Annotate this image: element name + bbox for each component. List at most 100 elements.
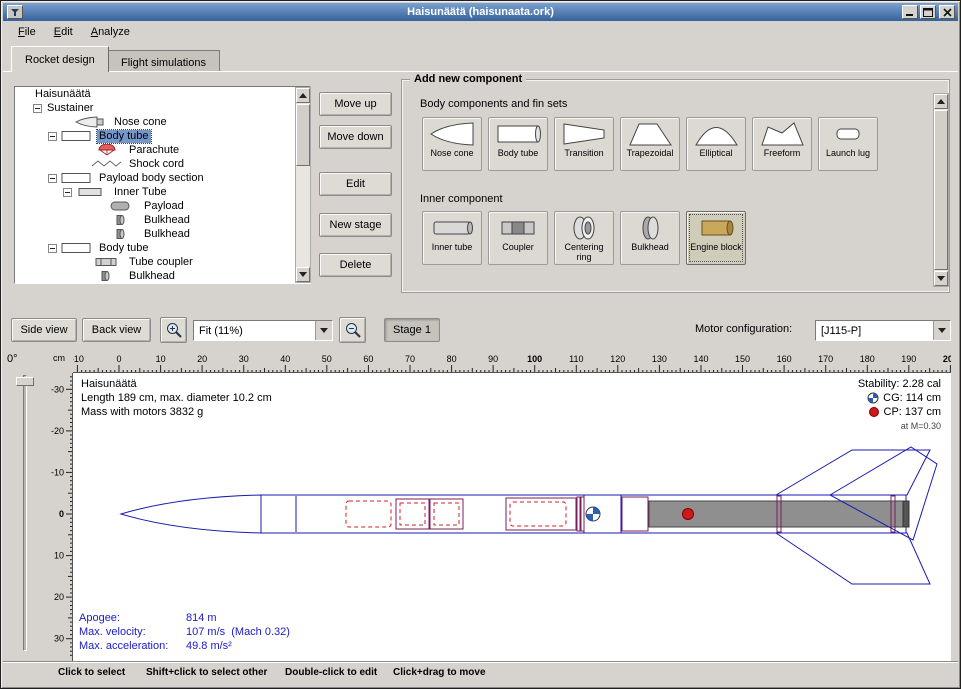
titlebar[interactable]: Haisunäätä (haisunaata.ork) <box>3 3 958 21</box>
chevron-down-icon[interactable] <box>315 321 332 340</box>
zoom-out-button[interactable] <box>339 317 366 343</box>
move-down-button[interactable]: Move down <box>319 125 392 149</box>
new-stage-button[interactable]: New stage <box>319 213 392 237</box>
zoom-in-button[interactable] <box>160 317 187 343</box>
svg-text:180: 180 <box>860 354 875 364</box>
fin-shape[interactable] <box>776 450 930 495</box>
add-bulkhead-button[interactable]: Bulkhead <box>620 211 680 265</box>
tree-item-sustainer[interactable]: Sustainer <box>15 101 310 115</box>
svg-text:20: 20 <box>197 354 207 364</box>
close-button[interactable] <box>939 5 955 19</box>
edit-button[interactable]: Edit <box>319 172 392 196</box>
nose-cone-icon <box>428 120 476 148</box>
collapse-icon[interactable] <box>48 244 57 253</box>
scrollbar-thumb[interactable] <box>934 110 948 270</box>
tree-item-inner-tube[interactable]: Inner Tube <box>15 185 310 199</box>
bulkhead-icon <box>626 214 674 242</box>
tube-coupler-shape[interactable] <box>622 497 648 531</box>
add-nose-cone-button[interactable]: Nose cone <box>422 117 482 171</box>
scrollbar-thumb[interactable] <box>296 104 310 166</box>
delete-button[interactable]: Delete <box>319 253 392 277</box>
tree-item-label: Payload body section <box>97 172 206 185</box>
rotation-slider-handle[interactable] <box>16 377 34 386</box>
group-label-inner: Inner component <box>420 193 503 205</box>
parachute-shape[interactable] <box>346 501 391 527</box>
tree-item-nose-cone[interactable]: Nose cone <box>15 115 310 129</box>
svg-text:-10: -10 <box>51 467 64 477</box>
add-trapezoidal-fin-button[interactable]: Trapezoidal <box>620 117 680 171</box>
tree-item-body-tube[interactable]: Body tube <box>15 129 310 143</box>
scroll-up-icon[interactable] <box>934 94 948 109</box>
payload-shape[interactable] <box>510 502 566 526</box>
svg-text:50: 50 <box>322 354 332 364</box>
tree-item-body-tube[interactable]: Body tube <box>15 241 310 255</box>
bulkhead-shape[interactable] <box>577 497 580 531</box>
apogee-label: Apogee: <box>79 611 186 625</box>
tree-item-payload-body-section[interactable]: Payload body section <box>15 171 310 185</box>
collapse-icon[interactable] <box>33 104 42 113</box>
hint-double-click: Double-click to edit <box>285 667 377 678</box>
launch-lug-icon <box>824 120 872 148</box>
tree-item-payload[interactable]: Payload <box>15 199 310 213</box>
add-inner-tube-button[interactable]: Inner tube <box>422 211 482 265</box>
back-view-button[interactable]: Back view <box>82 318 151 342</box>
side-view-button[interactable]: Side view <box>11 318 77 342</box>
collapse-icon[interactable] <box>48 132 57 141</box>
tree-item-bulkhead[interactable]: Bulkhead <box>15 269 310 283</box>
tab-rocket-design[interactable]: Rocket design <box>11 46 109 72</box>
tabstrip: Rocket design Flight simulations <box>3 45 958 72</box>
tree-item-label: Shock cord <box>127 158 186 171</box>
zoom-in-icon <box>165 321 183 339</box>
add-coupler-button[interactable]: Coupler <box>488 211 548 265</box>
tube-coupler-icon <box>90 256 124 268</box>
add-freeform-fin-button[interactable]: Freeform <box>752 117 812 171</box>
tree-item-shock-cord[interactable]: Shock cord <box>15 157 310 171</box>
tree-item-tube-coupler[interactable]: Tube coupler <box>15 255 310 269</box>
minimize-button[interactable] <box>902 5 918 19</box>
zoom-select-value: Fit (11%) <box>194 325 315 337</box>
scroll-down-icon[interactable] <box>296 267 310 282</box>
move-up-button[interactable]: Move up <box>319 92 392 116</box>
tree-item-bulkhead[interactable]: Bulkhead <box>15 213 310 227</box>
maximize-button[interactable] <box>920 5 936 19</box>
menu-analyze[interactable]: Analyze <box>82 23 139 41</box>
component-tree: Haisunäätä Sustainer Nose cone Body tube… <box>14 86 311 284</box>
add-launch-lug-button[interactable]: Launch lug <box>818 117 878 171</box>
flight-data-block: Apogee: 814 m Max. velocity: 107 m/s (Ma… <box>79 611 290 653</box>
hint-shift-click: Shift+click to select other <box>146 667 267 678</box>
zoom-select[interactable]: Fit (11%) <box>193 320 333 341</box>
body-tube-icon <box>60 130 94 142</box>
nose-cone-shape[interactable] <box>121 495 261 533</box>
tree-item-bulkhead[interactable]: Bulkhead <box>15 227 310 241</box>
transition-icon <box>560 120 608 148</box>
scroll-down-icon[interactable] <box>934 271 948 286</box>
menu-file[interactable]: File <box>9 23 45 41</box>
tree-scrollbar[interactable] <box>295 87 311 283</box>
tree-item-parachute[interactable]: Parachute <box>15 143 310 157</box>
tree-item-rocket[interactable]: Haisunäätä <box>15 87 310 101</box>
add-body-tube-button[interactable]: Body tube <box>488 117 548 171</box>
collapse-icon[interactable] <box>63 188 72 197</box>
add-transition-button[interactable]: Transition <box>554 117 614 171</box>
horizontal-ruler: -100102030405060708090100110120130140150… <box>73 351 951 373</box>
tab-flight-simulations[interactable]: Flight simulations <box>107 50 220 72</box>
stage-1-toggle[interactable]: Stage 1 <box>384 318 440 342</box>
menu-edit[interactable]: Edit <box>45 23 82 41</box>
scroll-up-icon[interactable] <box>296 88 310 103</box>
tree-item-label: Nose cone <box>112 116 169 129</box>
component-button-label: Freeform <box>764 148 801 158</box>
svg-text:100: 100 <box>527 354 542 364</box>
collapse-icon[interactable] <box>48 174 57 183</box>
svg-text:150: 150 <box>735 354 750 364</box>
chevron-down-icon[interactable] <box>933 321 950 340</box>
rotation-slider-track[interactable] <box>23 375 27 651</box>
nose-cone-icon <box>75 116 109 128</box>
component-scrollbar[interactable] <box>933 93 949 287</box>
component-button-label: Engine block <box>690 242 742 252</box>
add-centering-ring-button[interactable]: Centering ring <box>554 211 614 265</box>
motor-configuration-select[interactable]: [J115-P] <box>815 320 951 341</box>
fin-shape[interactable] <box>776 533 930 584</box>
add-elliptical-fin-button[interactable]: Elliptical <box>686 117 746 171</box>
rocket-canvas[interactable]: Haisunäätä Length 189 cm, max. diameter … <box>73 373 951 661</box>
add-engine-block-button[interactable]: Engine block <box>686 211 746 265</box>
